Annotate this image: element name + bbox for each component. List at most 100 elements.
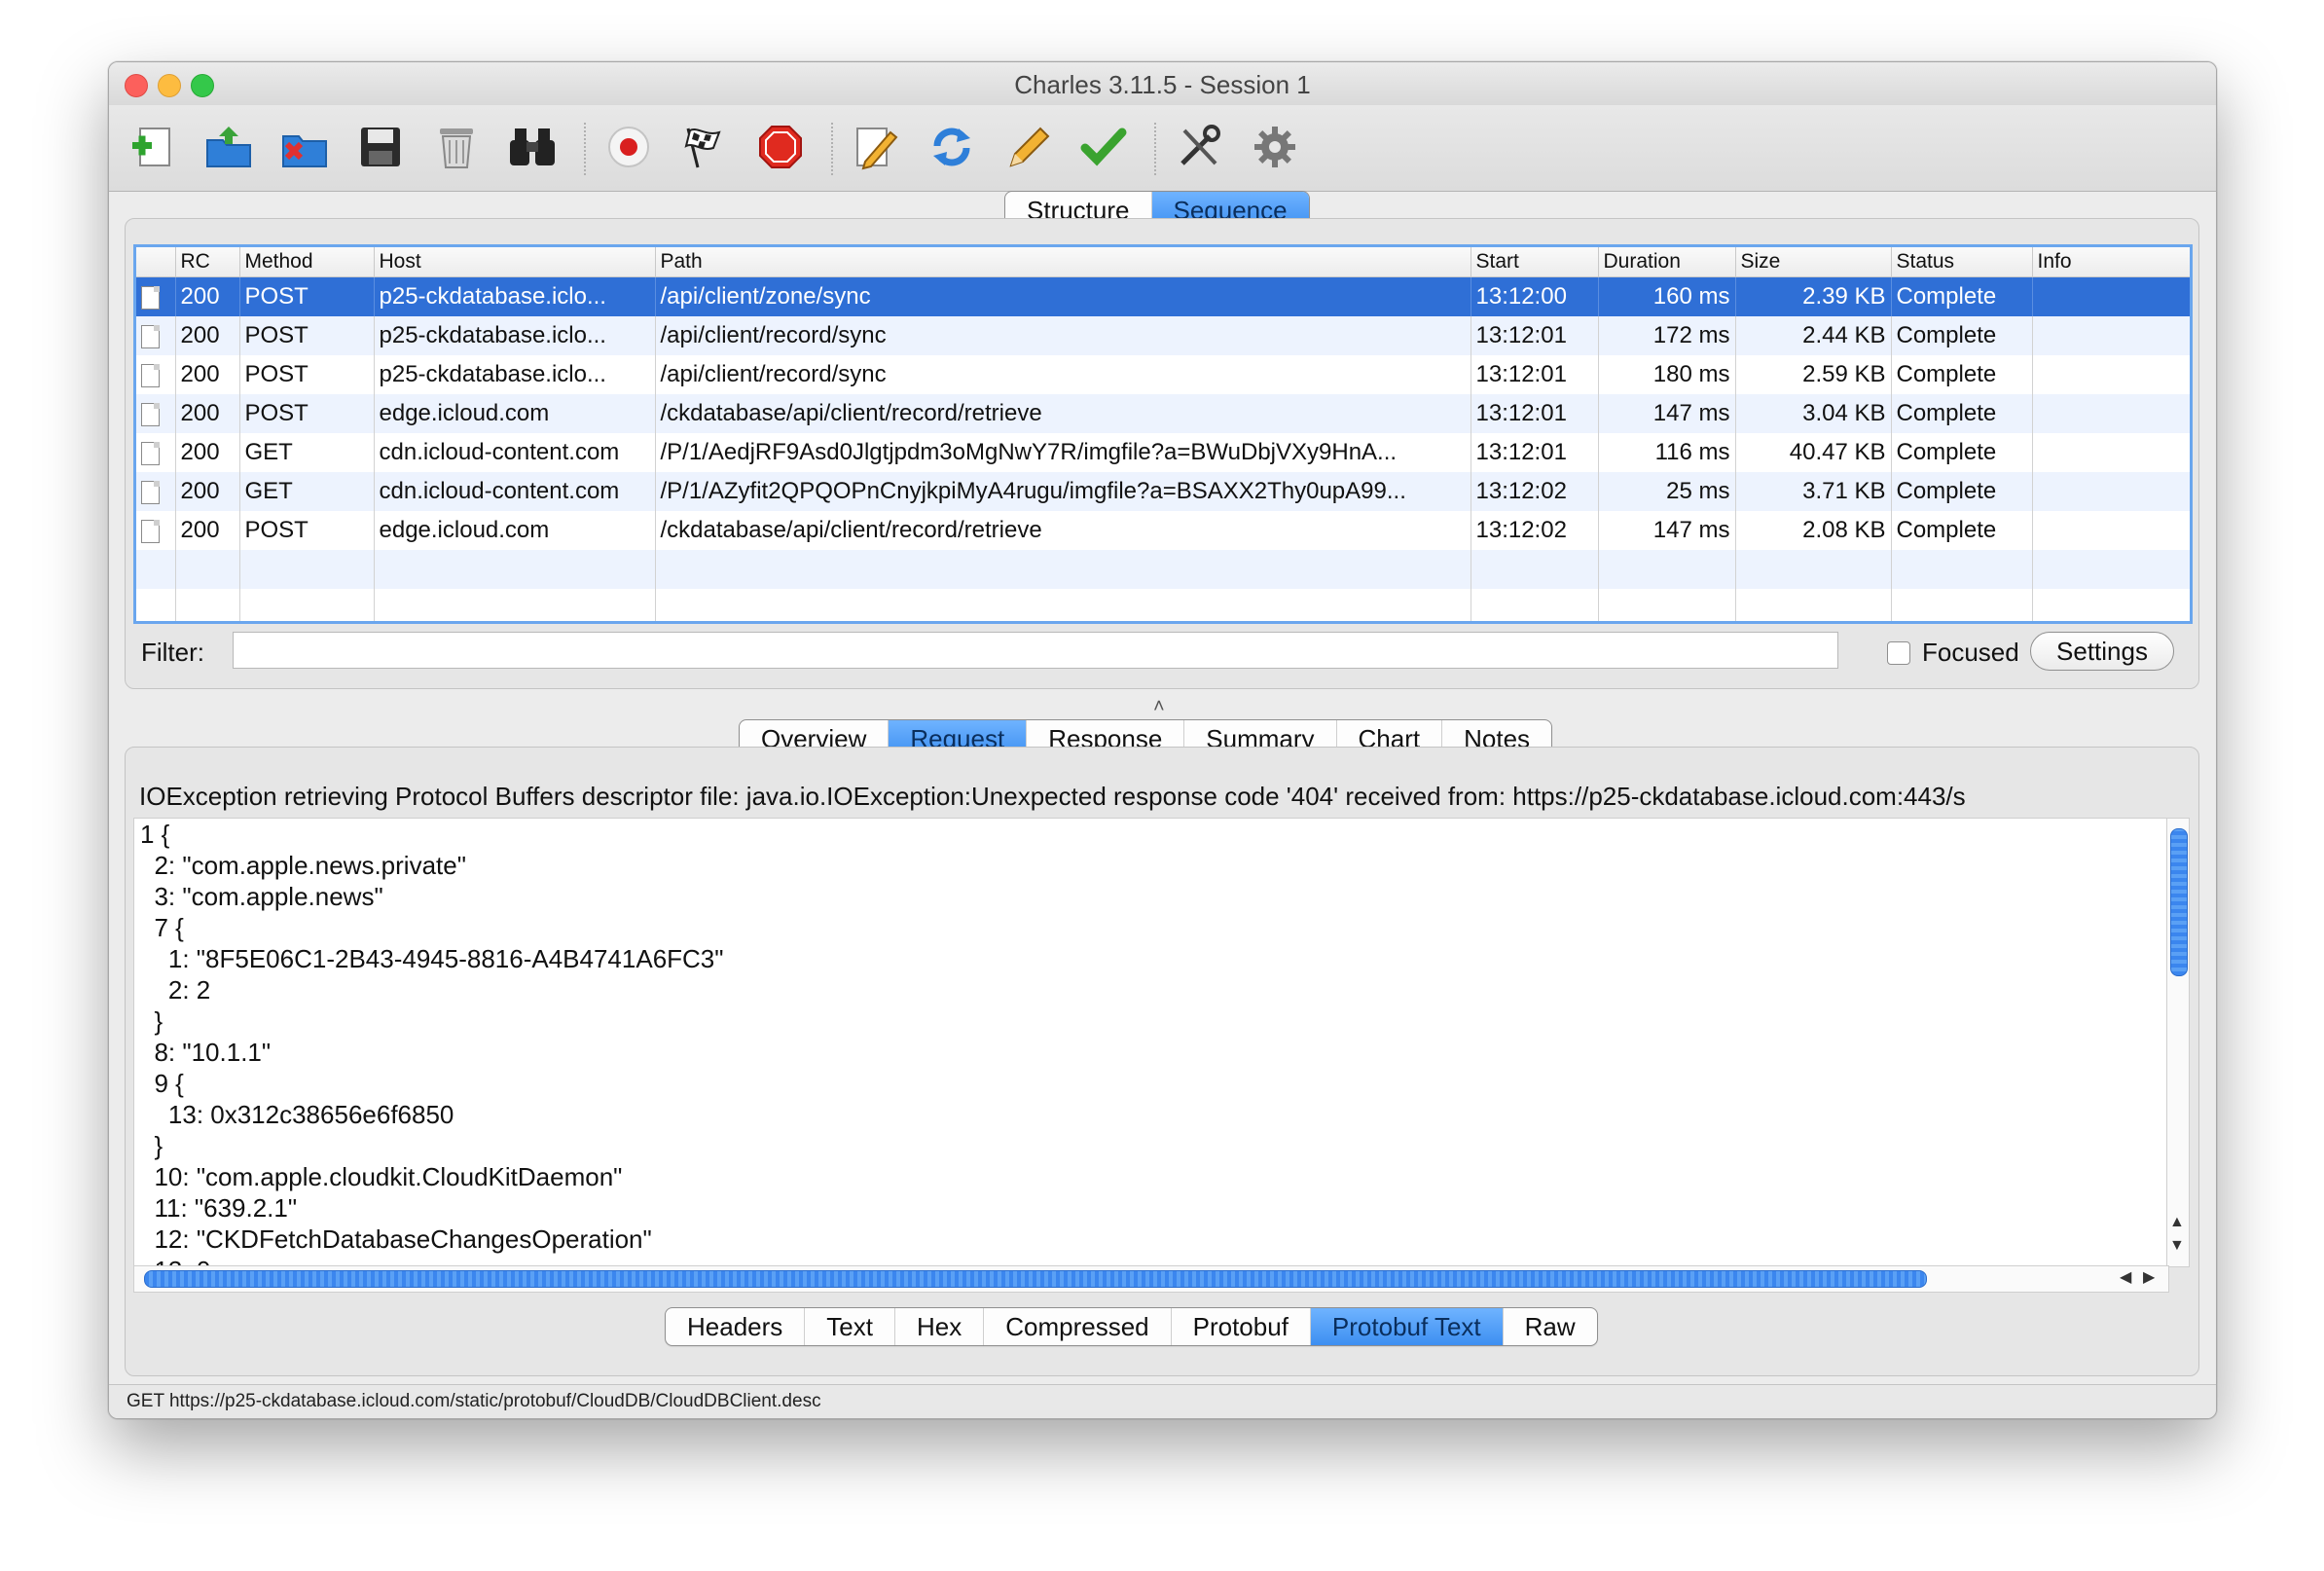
checkbox-box[interactable] xyxy=(1887,640,1910,665)
code-line: 3: "com.apple.news" xyxy=(140,882,383,911)
table-row[interactable]: 200 POST p25-ckdatabase.iclo... /api/cli… xyxy=(136,316,2190,355)
tab-hex[interactable]: Hex xyxy=(895,1308,985,1345)
column-header-info[interactable]: Info xyxy=(2032,247,2190,277)
table-row[interactable]: 200 POST p25-ckdatabase.iclo... /api/cli… xyxy=(136,355,2190,394)
method-cell: POST xyxy=(239,316,375,355)
table-row[interactable]: 200 POST p25-ckdatabase.iclo... /api/cli… xyxy=(136,276,2190,316)
start-cell: 13:12:01 xyxy=(1471,355,1599,394)
record-icon[interactable] xyxy=(599,117,659,177)
code-line: 7 { xyxy=(140,913,184,942)
tab-text[interactable]: Text xyxy=(805,1308,895,1345)
scroll-right-arrow-icon[interactable]: ▶ xyxy=(2143,1267,2155,1287)
column-header-size[interactable]: Size xyxy=(1735,247,1892,277)
scroll-left-arrow-icon[interactable]: ◀ xyxy=(2120,1267,2131,1287)
close-session-icon[interactable] xyxy=(274,117,335,177)
protobuf-text-view[interactable]: 1 { 2: "com.apple.news.private" 3: "com.… xyxy=(133,818,2167,1267)
compose-edit-icon[interactable] xyxy=(846,117,906,177)
host-cell: edge.icloud.com xyxy=(374,511,656,550)
path-cell: /ckdatabase/api/client/record/retrieve xyxy=(655,394,1471,433)
filter-label: Filter: xyxy=(141,638,204,667)
vertical-scroll-thumb[interactable] xyxy=(2170,828,2188,976)
column-header-icon[interactable] xyxy=(136,247,176,277)
validate-check-icon[interactable] xyxy=(1073,117,1134,177)
duration-cell: 116 ms xyxy=(1598,433,1736,472)
file-icon xyxy=(141,519,160,543)
tab-protobuf-text[interactable]: Protobuf Text xyxy=(1310,1308,1504,1345)
size-cell: 3.04 KB xyxy=(1735,394,1892,433)
pencil-icon[interactable] xyxy=(998,117,1058,177)
info-cell xyxy=(2032,433,2190,472)
start-cell: 13:12:01 xyxy=(1471,394,1599,433)
open-session-icon[interactable] xyxy=(199,117,259,177)
column-header-path[interactable]: Path xyxy=(655,247,1471,277)
code-line: 2: 2 xyxy=(140,975,211,1005)
host-cell: p25-ckdatabase.iclo... xyxy=(374,276,656,316)
window-title: Charles 3.11.5 - Session 1 xyxy=(1014,70,1311,99)
focused-checkbox[interactable]: Focused xyxy=(1887,638,2019,668)
tools-icon[interactable] xyxy=(1169,117,1229,177)
new-session-icon[interactable] xyxy=(123,117,183,177)
table-row[interactable]: 200 POST edge.icloud.com /ckdatabase/api… xyxy=(136,511,2190,550)
horizontal-scrollbar[interactable]: ◀ ▶ xyxy=(133,1265,2169,1293)
code-line: 9 { xyxy=(140,1069,184,1098)
row-file-cell xyxy=(136,276,176,316)
scroll-down-arrow-icon[interactable]: ▼ xyxy=(2169,1237,2185,1255)
tab-headers[interactable]: Headers xyxy=(666,1308,806,1345)
code-line: 2: "com.apple.news.private" xyxy=(140,851,466,880)
tab-raw[interactable]: Raw xyxy=(1504,1308,1597,1345)
duration-cell: 180 ms xyxy=(1598,355,1736,394)
file-icon xyxy=(141,363,160,387)
title-bar: Charles 3.11.5 - Session 1 xyxy=(109,62,2216,105)
method-cell: POST xyxy=(239,511,375,550)
horizontal-scroll-thumb[interactable] xyxy=(144,1270,1927,1288)
host-cell: cdn.icloud-content.com xyxy=(374,472,656,511)
column-header-duration[interactable]: Duration xyxy=(1598,247,1736,277)
toolbar xyxy=(109,105,2216,192)
app-window: Charles 3.11.5 - Session 1 Structure Seq… xyxy=(108,61,2217,1419)
throttle-flag-icon[interactable] xyxy=(674,117,735,177)
splitter-handle-icon[interactable]: ˄ xyxy=(1153,696,1165,718)
column-header-start[interactable]: Start xyxy=(1471,247,1599,277)
find-binoculars-icon[interactable] xyxy=(502,117,563,177)
duration-cell: 25 ms xyxy=(1598,472,1736,511)
body-format-tabs: Headers Text Hex Compressed Protobuf Pro… xyxy=(665,1307,1598,1346)
column-header-host[interactable]: Host xyxy=(374,247,656,277)
focused-label: Focused xyxy=(1922,638,2019,667)
code-line: 12: "CKDFetchDatabaseChangesOperation" xyxy=(140,1224,652,1254)
row-file-cell xyxy=(136,472,176,511)
method-cell: POST xyxy=(239,355,375,394)
method-cell: GET xyxy=(239,433,375,472)
rc-cell: 200 xyxy=(175,276,240,316)
table-row[interactable]: 200 GET cdn.icloud-content.com /P/1/Aedj… xyxy=(136,433,2190,472)
clear-trash-icon[interactable] xyxy=(426,117,487,177)
vertical-scrollbar[interactable]: ▲ ▼ xyxy=(2167,818,2190,1267)
tab-compressed[interactable]: Compressed xyxy=(984,1308,1172,1345)
column-header-rc[interactable]: RC xyxy=(175,247,240,277)
start-cell: 13:12:01 xyxy=(1471,433,1599,472)
row-file-cell xyxy=(136,355,176,394)
start-cell: 13:12:02 xyxy=(1471,511,1599,550)
code-line: } xyxy=(140,1131,163,1160)
tab-protobuf[interactable]: Protobuf xyxy=(1172,1308,1311,1345)
repeat-icon[interactable] xyxy=(922,117,982,177)
duration-cell: 160 ms xyxy=(1598,276,1736,316)
info-cell xyxy=(2032,355,2190,394)
settings-gear-icon[interactable] xyxy=(1245,117,1305,177)
column-header-status[interactable]: Status xyxy=(1891,247,2033,277)
breakpoints-stop-icon[interactable] xyxy=(750,117,811,177)
column-header-method[interactable]: Method xyxy=(239,247,375,277)
code-line: 13: 0x312c38656e6f6850 xyxy=(140,1100,454,1129)
table-row[interactable]: 200 GET cdn.icloud-content.com /P/1/AZyf… xyxy=(136,472,2190,511)
row-file-cell xyxy=(136,433,176,472)
code-line: } xyxy=(140,1006,163,1036)
settings-button[interactable]: Settings xyxy=(2030,632,2174,671)
table-row[interactable]: 200 POST edge.icloud.com /ckdatabase/api… xyxy=(136,394,2190,433)
rc-cell: 200 xyxy=(175,472,240,511)
rc-cell: 200 xyxy=(175,355,240,394)
start-cell: 13:12:02 xyxy=(1471,472,1599,511)
host-cell: p25-ckdatabase.iclo... xyxy=(374,355,656,394)
filter-input[interactable] xyxy=(233,632,1838,669)
size-cell: 3.71 KB xyxy=(1735,472,1892,511)
scroll-up-arrow-icon[interactable]: ▲ xyxy=(2169,1214,2185,1231)
save-icon[interactable] xyxy=(350,117,411,177)
